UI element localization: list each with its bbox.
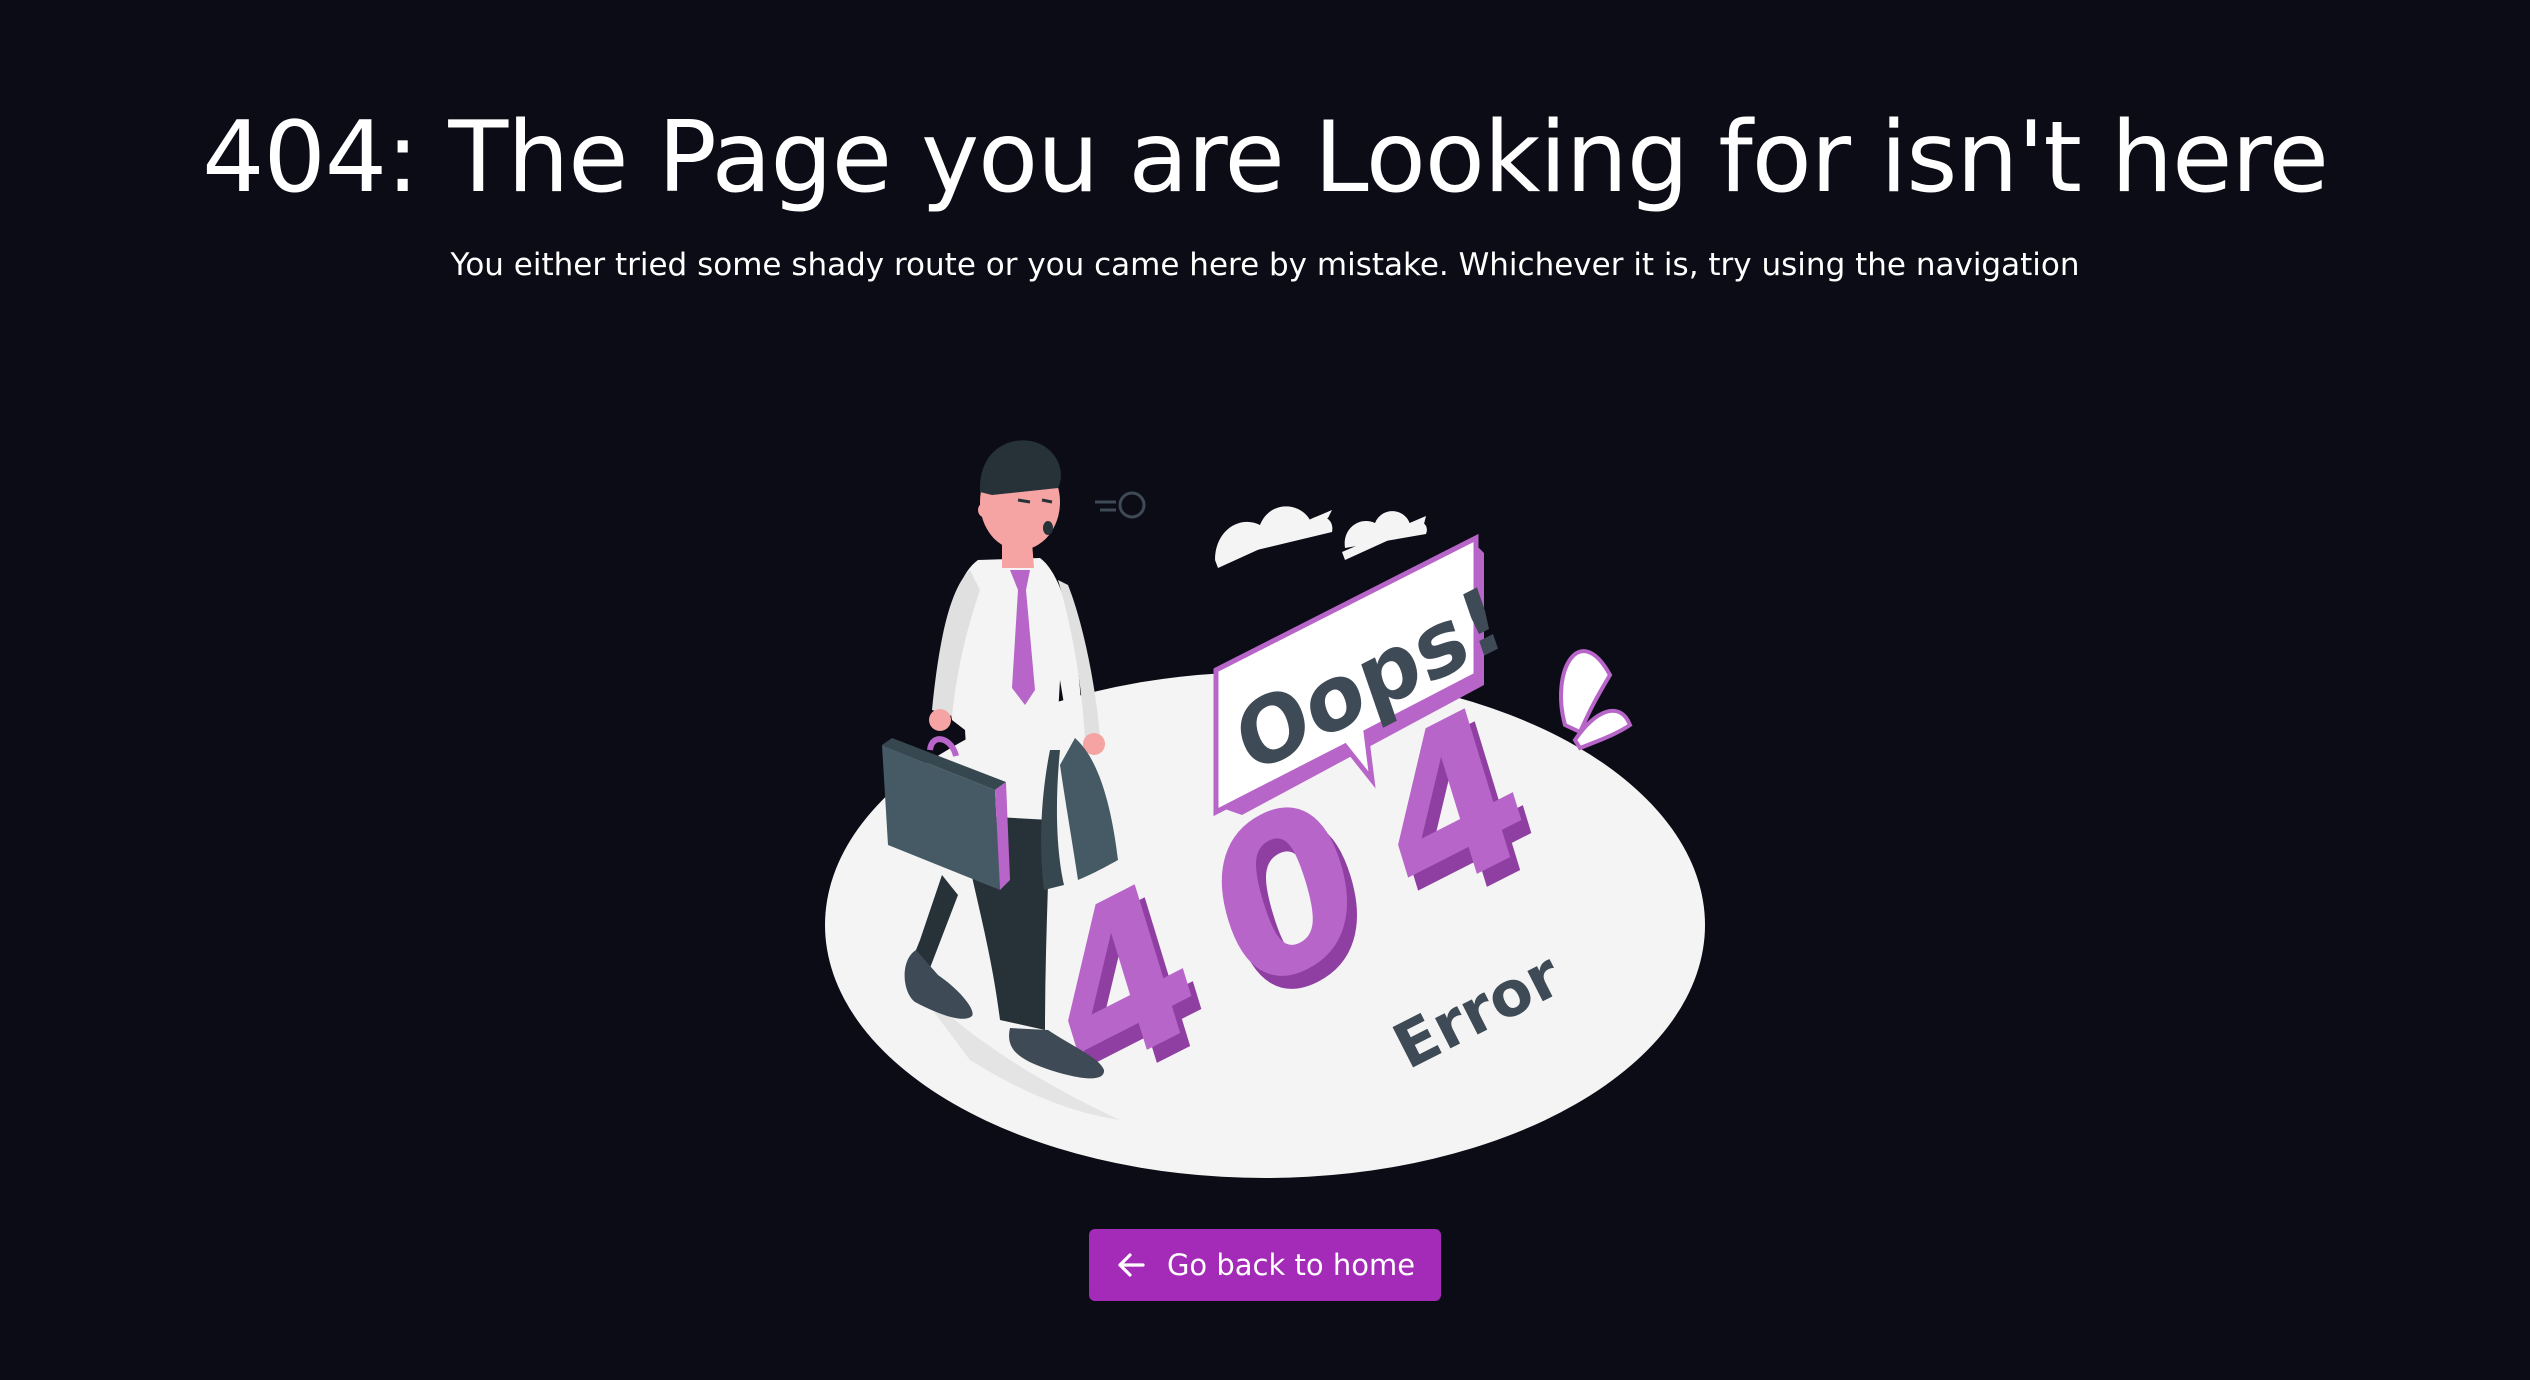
arrow-left-icon <box>1115 1249 1147 1281</box>
not-found-page: 404: The Page you are Looking for isn't … <box>0 0 2530 1380</box>
page-subtitle: You either tried some shady route or you… <box>450 247 2080 283</box>
cloud-icon <box>1342 511 1427 560</box>
cloud-icon <box>1215 506 1333 568</box>
go-back-home-label: Go back to home <box>1166 1248 1416 1282</box>
plant-icon <box>1559 649 1633 751</box>
error-404-illustration: Oops! 4 4 0 0 4 4 Error <box>825 440 1705 1178</box>
go-back-home-button[interactable]: Go back to home <box>1089 1229 1441 1301</box>
sigh-puff-icon <box>1095 491 1146 519</box>
page-title: 404: The Page you are Looking for isn't … <box>202 101 2329 215</box>
